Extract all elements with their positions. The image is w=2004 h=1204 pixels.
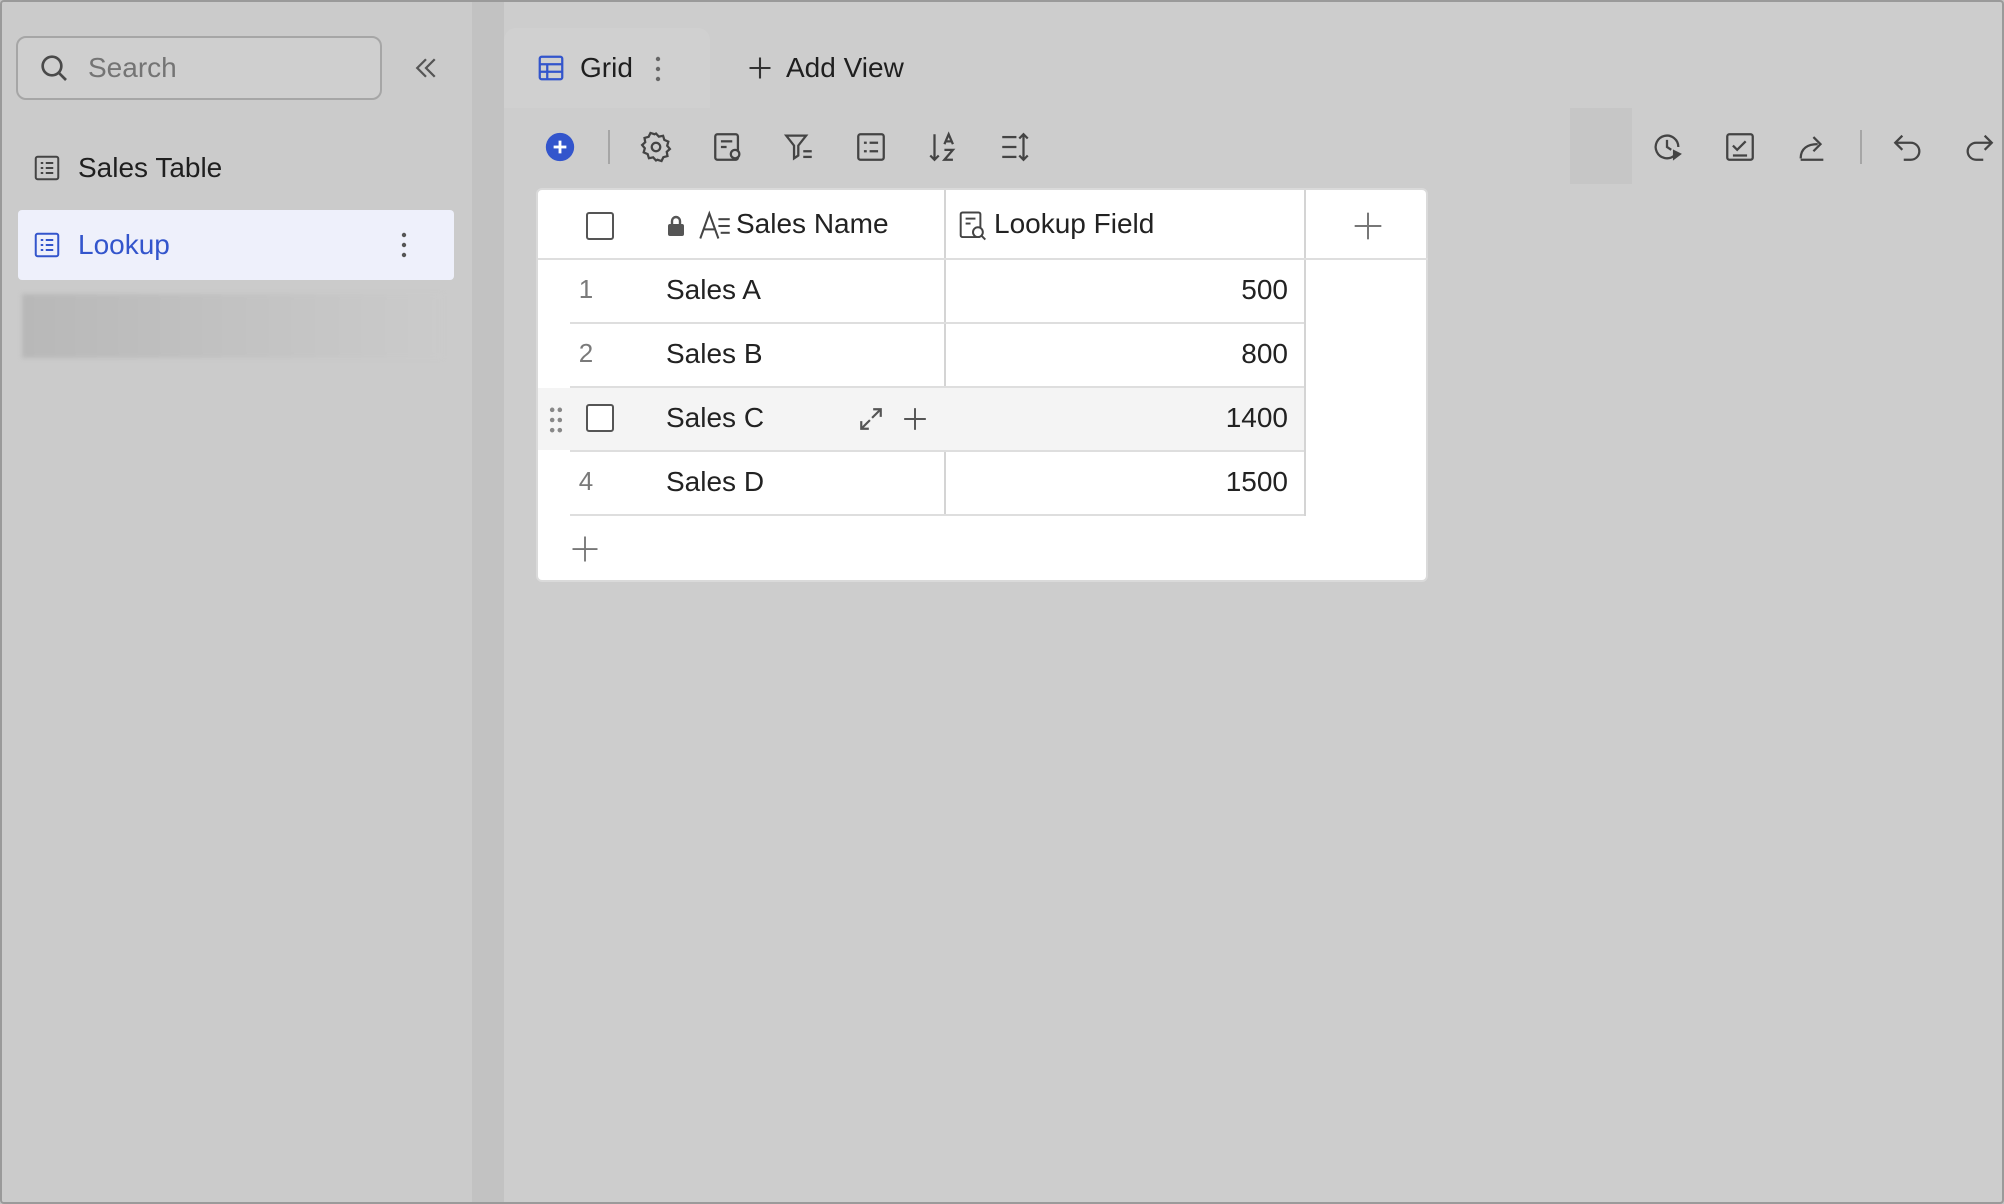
table-icon [34, 232, 60, 258]
row-divider [570, 514, 1304, 516]
sales-name-cell[interactable]: Sales B [666, 338, 763, 370]
row-height-button[interactable] [996, 128, 1034, 166]
column-divider[interactable] [1304, 190, 1306, 516]
group-button[interactable] [852, 128, 890, 166]
group-icon [857, 133, 885, 161]
filter-button[interactable] [780, 128, 818, 166]
collapse-sidebar-button[interactable] [406, 48, 446, 88]
tab-grid[interactable]: Grid [504, 28, 710, 108]
field-config-icon [714, 133, 741, 161]
text-field-icon [699, 210, 730, 239]
task-button[interactable] [1721, 128, 1759, 166]
history-icon [1654, 134, 1682, 161]
field-config-button[interactable] [709, 128, 747, 166]
lookup-field-cell[interactable]: 1400 [1088, 402, 1288, 434]
row-height-icon [1002, 132, 1029, 162]
toolbar-hover-shade [1570, 108, 1632, 184]
tab-label: Grid [580, 52, 633, 83]
expand-record-icon[interactable] [858, 406, 884, 432]
add-record-button[interactable] [541, 128, 579, 166]
history-button[interactable] [1648, 128, 1686, 166]
table-row[interactable]: 2 Sales B 800 [538, 324, 1304, 386]
data-grid: Sales Name Lookup Field 1 Sales A 500 2 … [536, 188, 1428, 582]
drag-handle-icon[interactable] [548, 406, 564, 434]
insert-row-icon[interactable] [902, 406, 928, 432]
lookup-field-cell[interactable]: 800 [1088, 338, 1288, 370]
redo-button[interactable] [1960, 128, 1998, 166]
app-window: Sales Table Lookup Grid Add View [0, 0, 2004, 1204]
settings-icon [640, 131, 672, 163]
filter-icon [783, 134, 812, 161]
row-number: 4 [578, 466, 594, 496]
sales-name-cell[interactable]: Sales A [666, 274, 761, 306]
lookup-field-cell-hovered[interactable]: 1400 [946, 388, 1304, 450]
table-row[interactable]: 1 Sales A 500 [538, 260, 1304, 322]
sidebar-item-lookup[interactable]: Lookup [18, 210, 454, 280]
sort-icon [929, 131, 956, 162]
chevrons-left-icon [415, 58, 436, 78]
more-vertical-icon[interactable] [400, 230, 408, 260]
row-number: 1 [578, 274, 594, 304]
toolbar-separator [1860, 130, 1862, 164]
lookup-field-icon [959, 211, 987, 241]
sidebar-item-label: Lookup [78, 229, 170, 260]
table-row[interactable]: 4 Sales D 1500 [538, 452, 1304, 514]
plus-icon [749, 57, 771, 79]
row-number: 2 [578, 338, 594, 368]
settings-button[interactable] [637, 128, 675, 166]
sidebar-item-sales-table[interactable]: Sales Table [18, 133, 454, 203]
more-vertical-icon[interactable] [654, 54, 662, 84]
row-checkbox[interactable] [586, 404, 614, 432]
search-input[interactable] [88, 52, 368, 84]
redo-icon [1966, 134, 1994, 161]
search-icon [41, 55, 67, 81]
table-icon [34, 155, 60, 181]
task-icon [1726, 133, 1754, 161]
lookup-field-cell[interactable]: 500 [1088, 274, 1288, 306]
undo-icon [1893, 134, 1921, 161]
add-field-icon[interactable] [1352, 210, 1384, 242]
add-row-icon[interactable] [570, 534, 600, 564]
search-box[interactable] [16, 36, 382, 100]
sales-name-cell[interactable]: Sales C [666, 402, 764, 434]
sales-name-cell[interactable]: Sales D [666, 466, 764, 498]
sort-button[interactable] [924, 128, 962, 166]
loading-placeholder [22, 294, 442, 358]
toolbar-separator [608, 130, 610, 164]
column-header-lookup-field[interactable]: Lookup Field [994, 208, 1154, 240]
add-view-button[interactable]: Add View [746, 46, 904, 90]
lookup-field-cell[interactable]: 1500 [1088, 466, 1288, 498]
sidebar-item-label: Sales Table [78, 152, 223, 183]
lock-icon [668, 215, 684, 236]
undo-button[interactable] [1889, 128, 1927, 166]
grid-view-icon [538, 55, 564, 81]
sidebar-divider[interactable] [472, 2, 504, 1202]
add-view-label: Add View [786, 52, 904, 83]
share-button[interactable] [1793, 128, 1831, 166]
select-all-checkbox[interactable] [586, 212, 614, 240]
add-record-icon [545, 132, 575, 162]
column-header-sales-name[interactable]: Sales Name [736, 208, 889, 240]
share-icon [1799, 136, 1824, 161]
